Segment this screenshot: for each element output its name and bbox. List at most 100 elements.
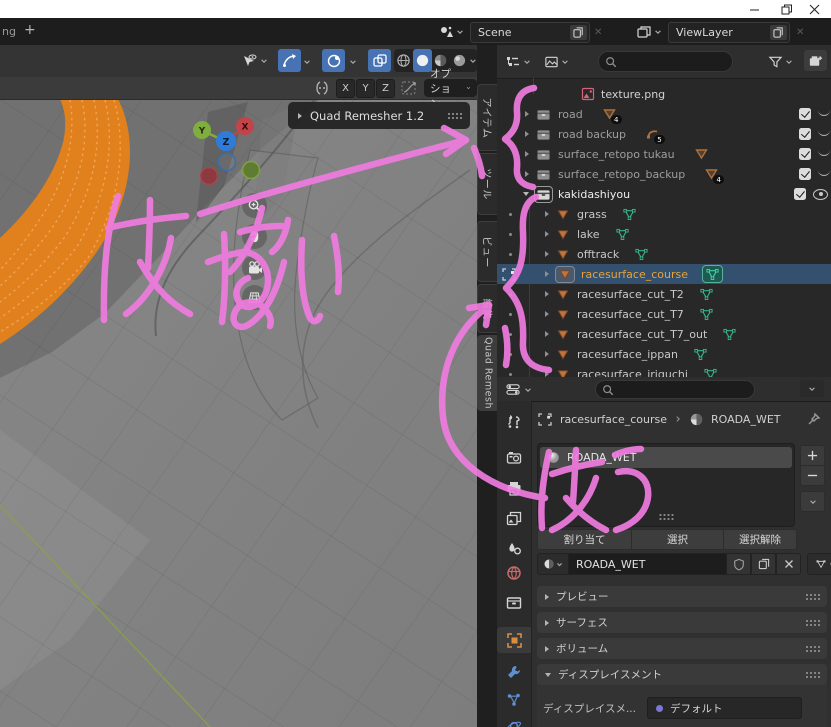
panel-volume[interactable]: ボリューム bbox=[537, 638, 827, 659]
tab-collection[interactable] bbox=[497, 590, 531, 616]
list-item[interactable]: kakidashiyou bbox=[497, 184, 831, 204]
displacement-method-dropdown[interactable]: デフォルト bbox=[647, 697, 802, 719]
list-item[interactable]: lake bbox=[497, 224, 831, 244]
ortho-toggle-button[interactable] bbox=[242, 285, 267, 310]
new-collection-button[interactable] bbox=[804, 50, 827, 71]
eye-closed-icon[interactable] bbox=[818, 169, 830, 176]
list-item[interactable]: road backup 5 bbox=[497, 124, 831, 144]
expand-arrow-icon[interactable] bbox=[525, 111, 529, 117]
chevron-down-icon[interactable] bbox=[303, 58, 311, 66]
snap-button[interactable] bbox=[278, 49, 301, 72]
add-slot-button[interactable] bbox=[800, 445, 825, 466]
tab-view-layer[interactable] bbox=[497, 505, 531, 531]
list-item[interactable]: road 4 bbox=[497, 104, 831, 124]
sidebar-tab-quad-remesh[interactable]: Quad Remesh bbox=[477, 335, 497, 411]
chevron-down-icon[interactable] bbox=[469, 57, 477, 65]
checkbox-icon[interactable] bbox=[799, 168, 811, 180]
outliner-search-input[interactable] bbox=[598, 51, 733, 72]
list-item[interactable]: racesurface_cut_T7_out bbox=[497, 324, 831, 344]
sidebar-tab-item[interactable]: アイテム bbox=[477, 84, 497, 151]
unlink-material-button[interactable] bbox=[776, 553, 801, 575]
expand-arrow-icon[interactable] bbox=[545, 251, 549, 257]
slot-specials-button[interactable] bbox=[800, 491, 825, 512]
list-item[interactable]: grass bbox=[497, 204, 831, 224]
select-button[interactable]: 選択 bbox=[631, 529, 724, 550]
pan-button[interactable] bbox=[242, 224, 267, 249]
tab-render[interactable] bbox=[497, 445, 531, 471]
pin-icon[interactable] bbox=[807, 412, 821, 426]
checkbox-icon[interactable] bbox=[799, 108, 811, 120]
new-view-layer-button[interactable] bbox=[770, 25, 787, 40]
eye-closed-icon[interactable] bbox=[818, 109, 830, 116]
unlink-scene-icon[interactable]: ✕ bbox=[594, 27, 602, 38]
properties-editor-type-button[interactable] bbox=[505, 380, 532, 399]
quad-remesher-panel-header[interactable]: Quad Remesher 1.2 bbox=[288, 102, 470, 129]
view-layer-name-field[interactable]: ViewLayer bbox=[668, 22, 790, 43]
panel-grip-icon[interactable] bbox=[805, 619, 820, 626]
list-item[interactable]: surface_retopo_backup 4 bbox=[497, 164, 831, 184]
view-layer-browse-button[interactable] bbox=[636, 22, 662, 41]
eye-open-icon[interactable] bbox=[813, 188, 828, 200]
collapse-arrow-icon[interactable] bbox=[523, 192, 529, 196]
close-button[interactable] bbox=[808, 3, 821, 16]
chevron-down-icon[interactable] bbox=[349, 58, 357, 66]
axis-y-toggle[interactable]: Y bbox=[356, 79, 375, 98]
expand-arrow-icon[interactable] bbox=[545, 211, 549, 217]
panel-grip-icon[interactable] bbox=[805, 645, 820, 652]
expand-arrow-icon[interactable] bbox=[545, 291, 549, 297]
tab-output[interactable] bbox=[497, 475, 531, 501]
tab-physics[interactable] bbox=[497, 713, 531, 727]
tab-world[interactable] bbox=[497, 560, 531, 586]
zoom-button[interactable] bbox=[242, 193, 267, 218]
breadcrumb-object[interactable]: racesurface_course bbox=[560, 413, 667, 426]
mesh-data-link-dropdown[interactable] bbox=[807, 553, 831, 575]
new-material-button[interactable] bbox=[751, 553, 776, 575]
gizmo-minus-y-ball[interactable] bbox=[241, 160, 261, 180]
workspace-tab-partial[interactable]: ng bbox=[2, 25, 16, 38]
eye-closed-icon[interactable] bbox=[818, 149, 830, 156]
panel-grip-icon[interactable] bbox=[447, 112, 462, 119]
tab-particles[interactable] bbox=[497, 687, 531, 713]
shading-wireframe-button[interactable] bbox=[394, 49, 413, 72]
minimize-button[interactable] bbox=[748, 3, 761, 16]
options-dropdown[interactable]: オプション bbox=[424, 68, 477, 110]
gizmo-minus-x-ball[interactable] bbox=[199, 166, 219, 186]
new-scene-button[interactable] bbox=[570, 25, 587, 40]
outliner-filter-button[interactable] bbox=[768, 52, 793, 71]
gizmo-minus-z-ring[interactable] bbox=[217, 152, 237, 172]
restore-button[interactable] bbox=[780, 3, 793, 16]
tab-object[interactable] bbox=[497, 627, 531, 653]
properties-search-input[interactable] bbox=[595, 380, 755, 399]
shading-solid-button[interactable] bbox=[412, 49, 432, 72]
overlays-button[interactable] bbox=[368, 49, 391, 72]
breadcrumb-material[interactable]: ROADA_WET bbox=[711, 413, 780, 426]
list-resize-grip[interactable] bbox=[658, 513, 674, 520]
browse-material-button[interactable] bbox=[537, 553, 569, 575]
navigation-gizmo[interactable]: Y X Z bbox=[180, 100, 280, 190]
sidebar-tab-edit[interactable]: 編集 bbox=[477, 284, 497, 333]
eye-closed-icon[interactable] bbox=[818, 129, 830, 136]
expand-arrow-icon[interactable] bbox=[545, 231, 549, 237]
proportional-falloff-icon[interactable] bbox=[399, 80, 419, 96]
remove-view-layer-icon[interactable]: ✕ bbox=[796, 27, 804, 38]
panel-displacement[interactable]: ディスプレイスメント bbox=[537, 664, 827, 685]
list-item[interactable]: texture.png bbox=[497, 84, 831, 104]
panel-grip-icon[interactable] bbox=[805, 671, 820, 678]
list-item[interactable]: racesurface_ippan bbox=[497, 344, 831, 364]
deselect-button[interactable]: 選択解除 bbox=[723, 529, 797, 550]
axis-z-toggle[interactable]: Z bbox=[376, 79, 395, 98]
scene-name-field[interactable]: Scene bbox=[470, 22, 590, 43]
outliner-display-mode-button[interactable] bbox=[505, 52, 531, 71]
viewport-3d-scene[interactable] bbox=[0, 99, 477, 727]
panel-preview[interactable]: プレビュー bbox=[537, 586, 827, 607]
proportional-edit-button[interactable] bbox=[322, 49, 345, 72]
expand-arrow-icon[interactable] bbox=[545, 271, 549, 277]
material-slot-selected[interactable]: ROADA_WET bbox=[540, 447, 792, 468]
material-slot-list[interactable]: ROADA_WET bbox=[537, 443, 795, 527]
panel-surface[interactable]: サーフェス bbox=[537, 612, 827, 633]
expand-arrow-icon[interactable] bbox=[525, 151, 529, 157]
expand-arrow-icon[interactable] bbox=[545, 351, 549, 357]
fake-user-button[interactable] bbox=[726, 553, 751, 575]
panel-grip-icon[interactable] bbox=[805, 593, 820, 600]
list-item[interactable]: offtrack bbox=[497, 244, 831, 264]
